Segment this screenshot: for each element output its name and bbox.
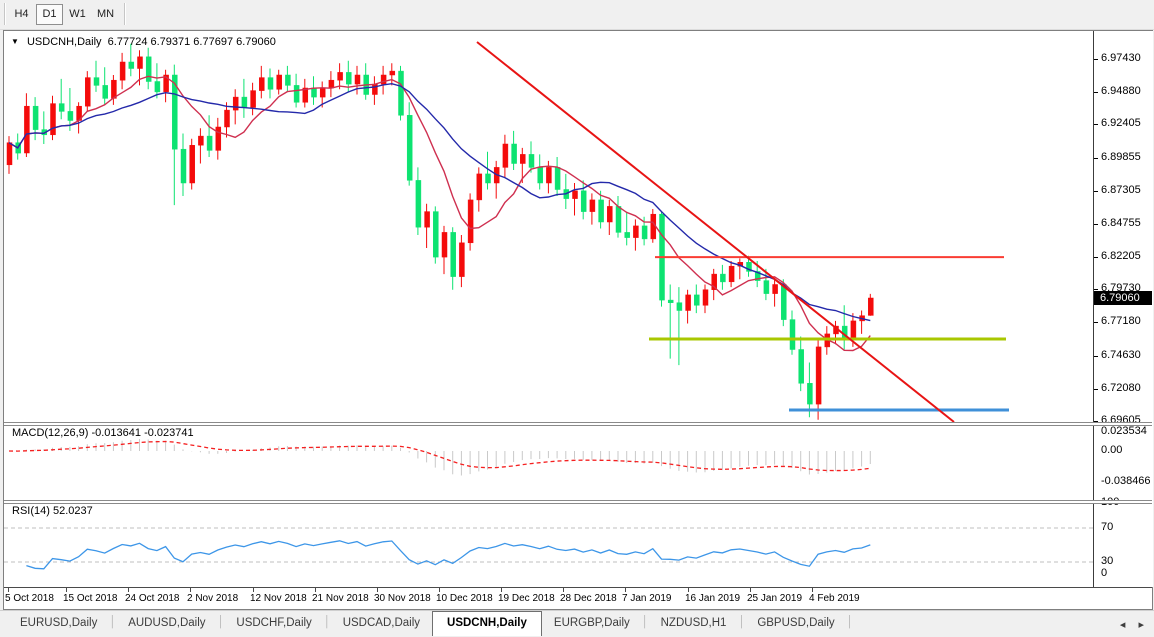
macd-axis-label: -0.038466 xyxy=(1101,475,1151,487)
date-tick xyxy=(625,588,626,592)
date-axis-label: 19 Dec 2018 xyxy=(498,593,555,604)
tab-separator: │ xyxy=(109,616,116,628)
tab-separator: │ xyxy=(847,616,854,628)
candles-down xyxy=(16,44,848,417)
tab-scroll-right-arrow[interactable]: ▸ xyxy=(1138,619,1144,631)
period-button-mn[interactable]: MN xyxy=(92,4,119,25)
rsi-line xyxy=(26,541,870,569)
date-tick xyxy=(190,588,191,592)
date-tick xyxy=(812,588,813,592)
macd-axis-label: 0.00 xyxy=(1101,444,1122,456)
chart-tab-bar: EURUSD,Daily│AUDUSD,Daily│USDCHF,Daily│U… xyxy=(0,610,1154,637)
date-tick xyxy=(750,588,751,592)
price-axis-label: 6.89855 xyxy=(1101,151,1141,163)
price-axis-label: 6.77180 xyxy=(1101,315,1141,327)
date-axis-line xyxy=(4,587,1152,588)
date-tick xyxy=(377,588,378,592)
date-axis-label: 25 Jan 2019 xyxy=(747,593,802,604)
period-button-h4[interactable]: H4 xyxy=(8,4,35,25)
date-tick xyxy=(8,588,9,592)
date-tick xyxy=(563,588,564,592)
chart-tab-usdcad[interactable]: USDCAD,Daily xyxy=(331,611,432,635)
rsi-axis-label: 30 xyxy=(1101,555,1113,567)
date-axis-label: 30 Nov 2018 xyxy=(374,593,431,604)
chart-plot-area[interactable] xyxy=(4,31,1093,607)
price-axis-label: 6.84755 xyxy=(1101,217,1141,229)
date-axis-label: 10 Dec 2018 xyxy=(436,593,493,604)
macd-indicator-label: MACD(12,26,9) -0.013641 -0.023741 xyxy=(12,427,194,439)
chart-tab-usdchf[interactable]: USDCHF,Daily xyxy=(224,611,323,635)
chart-tab-eurusd[interactable]: EURUSD,Daily xyxy=(8,611,109,635)
price-axis-label: 6.74630 xyxy=(1101,349,1141,361)
date-tick xyxy=(688,588,689,592)
rsi-indicator-label: RSI(14) 52.0237 xyxy=(12,505,93,517)
date-axis-label: 16 Jan 2019 xyxy=(685,593,740,604)
panel-separator[interactable] xyxy=(4,422,1152,426)
price-axis-label: 6.82205 xyxy=(1101,250,1141,262)
date-axis-label: 21 Nov 2018 xyxy=(312,593,369,604)
date-axis-label: 4 Feb 2019 xyxy=(809,593,860,604)
date-tick xyxy=(128,588,129,592)
tab-separator: │ xyxy=(324,616,331,628)
period-button-w1[interactable]: W1 xyxy=(64,4,91,25)
price-axis-label: 6.72080 xyxy=(1101,382,1141,394)
tab-scroll-left-arrow[interactable]: ◂ xyxy=(1120,619,1126,631)
tab-scroll-arrows: ◂ ▸ xyxy=(1110,618,1144,631)
price-axis-label: 6.94880 xyxy=(1101,85,1141,97)
current-price-tag: 6.79060 xyxy=(1094,291,1152,305)
date-axis-label: 28 Dec 2018 xyxy=(560,593,617,604)
chart-tab-eurgbp[interactable]: EURGBP,Daily xyxy=(542,611,642,635)
period-button-d1[interactable]: D1 xyxy=(36,4,63,25)
chart-tab-gbpusd[interactable]: GBPUSD,Daily xyxy=(745,611,846,635)
toolbar-separator xyxy=(4,3,5,25)
price-axis-label: 6.92405 xyxy=(1101,117,1141,129)
date-axis-label: 5 Oct 2018 xyxy=(5,593,54,604)
date-tick xyxy=(66,588,67,592)
date-tick xyxy=(253,588,254,592)
date-tick xyxy=(501,588,502,592)
period-toolbar: H4D1W1MN xyxy=(0,0,1154,30)
tab-separator: │ xyxy=(642,616,649,628)
macd-signal-line xyxy=(9,442,870,471)
price-axis-label: 6.87305 xyxy=(1101,184,1141,196)
date-axis-label: 2 Nov 2018 xyxy=(187,593,238,604)
date-axis-label: 24 Oct 2018 xyxy=(125,593,179,604)
chart-tab-audusd[interactable]: AUDUSD,Daily xyxy=(116,611,217,635)
rsi-axis-label: 0 xyxy=(1101,567,1107,579)
rsi-axis-label: 70 xyxy=(1101,521,1113,533)
macd-histogram xyxy=(9,439,870,476)
MA-fast-line xyxy=(9,76,870,350)
toolbar-separator xyxy=(124,3,125,25)
panel-separator[interactable] xyxy=(4,500,1152,504)
date-tick xyxy=(439,588,440,592)
date-axis-label: 7 Jan 2019 xyxy=(622,593,672,604)
macd-axis-label: 0.023534 xyxy=(1101,425,1147,437)
date-axis-label: 12 Nov 2018 xyxy=(250,593,307,604)
chart-window: ▼ USDCNH,Daily 6.77724 6.79371 6.77697 6… xyxy=(3,30,1153,610)
price-axis-label: 6.97430 xyxy=(1101,52,1141,64)
date-tick xyxy=(315,588,316,592)
date-axis-label: 15 Oct 2018 xyxy=(63,593,117,604)
chart-tab-usdcnh[interactable]: USDCNH,Daily xyxy=(432,611,542,636)
trendline xyxy=(477,42,954,422)
chart-tab-nzdusd[interactable]: NZDUSD,H1 xyxy=(649,611,739,635)
tab-separator: │ xyxy=(738,616,745,628)
candles-up xyxy=(7,50,873,420)
tab-separator: │ xyxy=(218,616,225,628)
